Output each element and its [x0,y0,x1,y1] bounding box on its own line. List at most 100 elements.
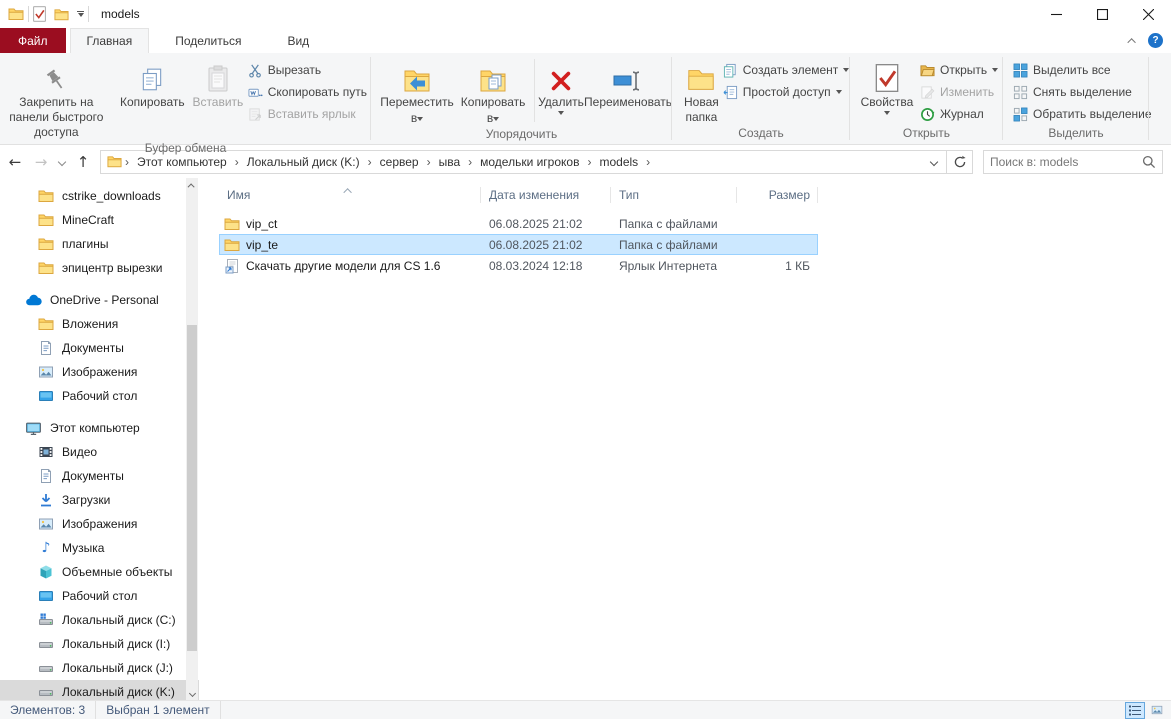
tab-file[interactable]: Файл [0,28,66,53]
sidebar-item-downloads[interactable]: Загрузки [0,488,199,512]
pin-to-quick-access-button[interactable]: Закрепить на панели быстрого доступа [0,55,113,140]
document-icon [38,468,54,484]
select-none-icon [1013,85,1028,100]
sidebar-item-videos[interactable]: Видео [0,440,199,464]
ribbon-group-select: Выделить все Снять выделение Обратить вы… [1003,53,1149,144]
column-headers: Имя Дата изменения Тип Размер [219,180,1171,210]
thumbnails-view-button[interactable] [1147,702,1167,719]
column-header-name[interactable]: Имя [219,180,481,210]
sidebar-item-cstrike-downloads[interactable]: cstrike_downloads [0,184,199,208]
sidebar-item-documents-pc[interactable]: Документы [0,464,199,488]
invert-selection-icon [1013,107,1028,122]
rename-icon [613,57,643,95]
refresh-button[interactable] [947,150,973,174]
ribbon-group-open: Свойства Открыть Изменить Жу [850,53,1003,144]
open-button[interactable]: Открыть [916,59,1002,81]
sidebar-item-3d-objects[interactable]: Объемные объекты [0,560,199,584]
sidebar-item-documents[interactable]: Документы [0,336,199,360]
file-row-vip-te[interactable]: vip_te 06.08.2025 21:02 Папка с файлами [219,234,818,255]
maximize-button[interactable] [1079,0,1125,28]
sidebar-item-pictures-pc[interactable]: Изображения [0,512,199,536]
help-icon[interactable]: ? [1148,33,1163,48]
copy-to-button[interactable]: Копировать в [455,55,531,126]
folder-icon [38,316,54,332]
new-item-button[interactable]: Создать элемент [719,59,854,81]
cut-button[interactable]: Вырезать [244,59,371,81]
copy-path-button[interactable]: Скопировать путь [244,81,371,103]
status-bar: Элементов: 3 Выбран 1 элемент [0,700,1171,719]
ribbon-group-clipboard: Закрепить на панели быстрого доступа Коп… [0,53,371,144]
copy-icon [139,57,165,95]
breadcrumb-item-yva[interactable]: ыва [434,151,466,173]
history-button[interactable]: Журнал [916,103,1002,125]
titlebar-separator [28,6,29,22]
select-none-button[interactable]: Снять выделение [1009,81,1156,103]
search-icon[interactable] [1142,155,1156,169]
sidebar-item-desktop-pc[interactable]: Рабочий стол [0,584,199,608]
file-row-download-models-link[interactable]: Скачать другие модели для CS 1.6 08.03.2… [219,255,818,276]
quick-access-toolbar [33,6,84,22]
group-inner-divider [534,59,535,122]
new-folder-button[interactable]: Новая папка [684,55,719,125]
sidebar-item-music[interactable]: ♪Музыка [0,536,199,560]
breadcrumb-separator: › [122,155,132,169]
breadcrumb-separator: › [643,155,653,169]
qat-new-folder-icon[interactable] [54,7,69,22]
sidebar-item-pictures[interactable]: Изображения [0,360,199,384]
breadcrumb-folder-icon [101,154,122,169]
qat-customize-button[interactable] [77,11,84,17]
address-dropdown-button[interactable] [922,151,946,173]
close-button[interactable] [1125,0,1171,28]
tab-home[interactable]: Главная [70,28,150,53]
sidebar-item-disk-k[interactable]: Локальный диск (K:) [0,680,199,700]
dropdown-caret-icon [843,68,849,72]
column-header-type[interactable]: Тип [611,180,737,210]
breadcrumb-item-player-models[interactable]: модельки игроков [475,151,584,173]
new-folder-icon [686,57,716,95]
sidebar-item-minecraft[interactable]: MineCraft [0,208,199,232]
disk-icon [38,636,54,652]
collapse-ribbon-icon[interactable] [1127,38,1135,46]
ribbon-group-organize: Переместить в Копировать в Удалить Переи… [371,53,672,144]
sidebar-item-plugins[interactable]: плагины [0,232,199,256]
scroll-down-icon[interactable] [186,686,198,700]
select-all-button[interactable]: Выделить все [1009,59,1156,81]
easy-access-button[interactable]: Простой доступ [719,81,854,103]
breadcrumb-separator: › [424,155,434,169]
search-input[interactable] [990,155,1142,169]
minimize-button[interactable] [1033,0,1079,28]
invert-selection-button[interactable]: Обратить выделение [1009,103,1156,125]
sidebar-item-epicentr[interactable]: эпицентр вырезки [0,256,199,280]
tab-share[interactable]: Поделиться [159,28,257,53]
breadcrumb-item-models[interactable]: models [594,151,643,173]
sidebar-item-disk-i[interactable]: Локальный диск (I:) [0,632,199,656]
details-view-button[interactable] [1125,702,1145,719]
new-item-icon [723,63,738,78]
rename-button[interactable]: Переименовать [584,55,672,110]
desktop-icon [38,588,54,604]
column-header-size[interactable]: Размер [737,180,818,210]
sidebar-item-this-pc[interactable]: Этот компьютер [0,416,199,440]
column-header-date[interactable]: Дата изменения [481,180,611,210]
sidebar-item-onedrive[interactable]: OneDrive - Personal [0,288,199,312]
file-row-vip-ct[interactable]: vip_ct 06.08.2025 21:02 Папка с файлами [219,213,818,234]
scrollbar-thumb[interactable] [187,325,197,651]
folder-icon [38,260,54,276]
sidebar-scrollbar[interactable] [186,178,198,700]
paste-shortcut-button: Вставить ярлык [244,103,371,125]
tab-view[interactable]: Вид [271,28,325,53]
sidebar-item-desktop[interactable]: Рабочий стол [0,384,199,408]
edit-icon [920,85,935,100]
sidebar-item-disk-c[interactable]: Локальный диск (C:) [0,608,199,632]
move-to-button[interactable]: Переместить в [379,55,455,126]
delete-button[interactable]: Удалить [538,55,584,115]
sidebar-item-attachments[interactable]: Вложения [0,312,199,336]
properties-button[interactable]: Свойства [858,55,916,115]
breadcrumb-item-server[interactable]: сервер [375,151,424,173]
qat-properties-icon[interactable] [33,6,46,22]
copy-button[interactable]: Копировать [113,55,192,110]
group-label-clipboard: Буфер обмена [0,140,371,156]
folder-icon [38,236,54,252]
scroll-up-icon[interactable] [186,178,198,192]
sidebar-item-disk-j[interactable]: Локальный диск (J:) [0,656,199,680]
